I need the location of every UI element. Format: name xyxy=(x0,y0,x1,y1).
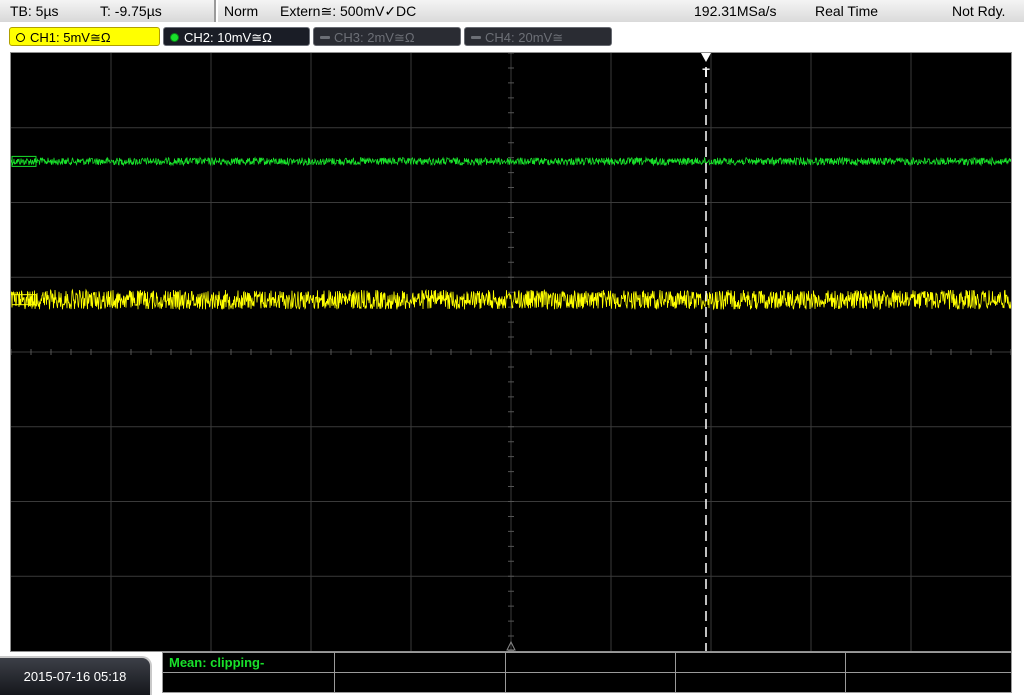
trigger-panel[interactable]: Norm Extern≅: 500mV✓DC 192.31MSa/s Real … xyxy=(218,0,1024,22)
acquisition-mode[interactable]: Real Time xyxy=(815,0,878,22)
measurement-cell[interactable] xyxy=(676,673,846,692)
waveform-display[interactable]: T xyxy=(10,52,1012,652)
measurement-cell[interactable] xyxy=(506,653,676,673)
timebase-readout[interactable]: TB: 5µs xyxy=(10,0,59,22)
channel-tabs: CH1: 5mV≅Ω CH2: 10mV≅Ω CH3: 2mV≅Ω CH4: 2… xyxy=(0,24,1024,49)
measurement-cell[interactable] xyxy=(846,653,1011,673)
waveform-grid: T xyxy=(11,53,1011,651)
tab-ch4-label: CH4: 20mV≅ xyxy=(485,30,564,45)
acquisition-status: Not Rdy. xyxy=(952,3,1006,19)
measurement-label: Mean: clipping- xyxy=(169,655,265,670)
tab-ch3-label: CH3: 2mV≅Ω xyxy=(334,30,415,45)
measurement-table[interactable]: Mean: clipping- xyxy=(162,652,1012,693)
trigger-time-readout[interactable]: T: -9.75µs xyxy=(100,0,162,22)
measurement-cell[interactable] xyxy=(846,673,1011,692)
tab-ch4[interactable]: CH4: 20mV≅ xyxy=(464,27,612,46)
trigger-position-icon xyxy=(701,53,711,62)
tab-ch1-label: CH1: 5mV≅Ω xyxy=(30,30,111,45)
measurement-cell[interactable] xyxy=(676,653,846,673)
datetime-display: 2015-07-16 05:18 xyxy=(0,656,152,695)
channel-off-icon xyxy=(471,36,481,39)
tab-ch2-label: CH2: 10mV≅Ω xyxy=(184,30,272,45)
measurement-cell[interactable] xyxy=(506,673,676,692)
tab-ch2[interactable]: CH2: 10mV≅Ω xyxy=(163,27,310,46)
measurement-cell[interactable] xyxy=(335,673,506,692)
status-bar: TB: 5µs T: -9.75µs Norm Extern≅: 500mV✓D… xyxy=(0,0,1024,24)
trigger-source[interactable]: Extern≅: 500mV✓DC xyxy=(280,0,416,22)
timebase-panel[interactable]: TB: 5µs T: -9.75µs xyxy=(0,0,216,22)
channel-indicator-icon xyxy=(170,33,179,42)
tab-ch1[interactable]: CH1: 5mV≅Ω xyxy=(9,27,160,46)
channel-off-icon xyxy=(320,36,330,39)
measurement-cell[interactable] xyxy=(335,653,506,673)
measurement-cell[interactable] xyxy=(163,673,335,692)
trigger-marker-label: T xyxy=(702,66,710,80)
sample-rate[interactable]: 192.31MSa/s xyxy=(694,0,777,22)
tab-ch3[interactable]: CH3: 2mV≅Ω xyxy=(313,27,461,46)
channel-indicator-icon xyxy=(16,33,25,42)
trigger-mode[interactable]: Norm xyxy=(224,0,258,22)
